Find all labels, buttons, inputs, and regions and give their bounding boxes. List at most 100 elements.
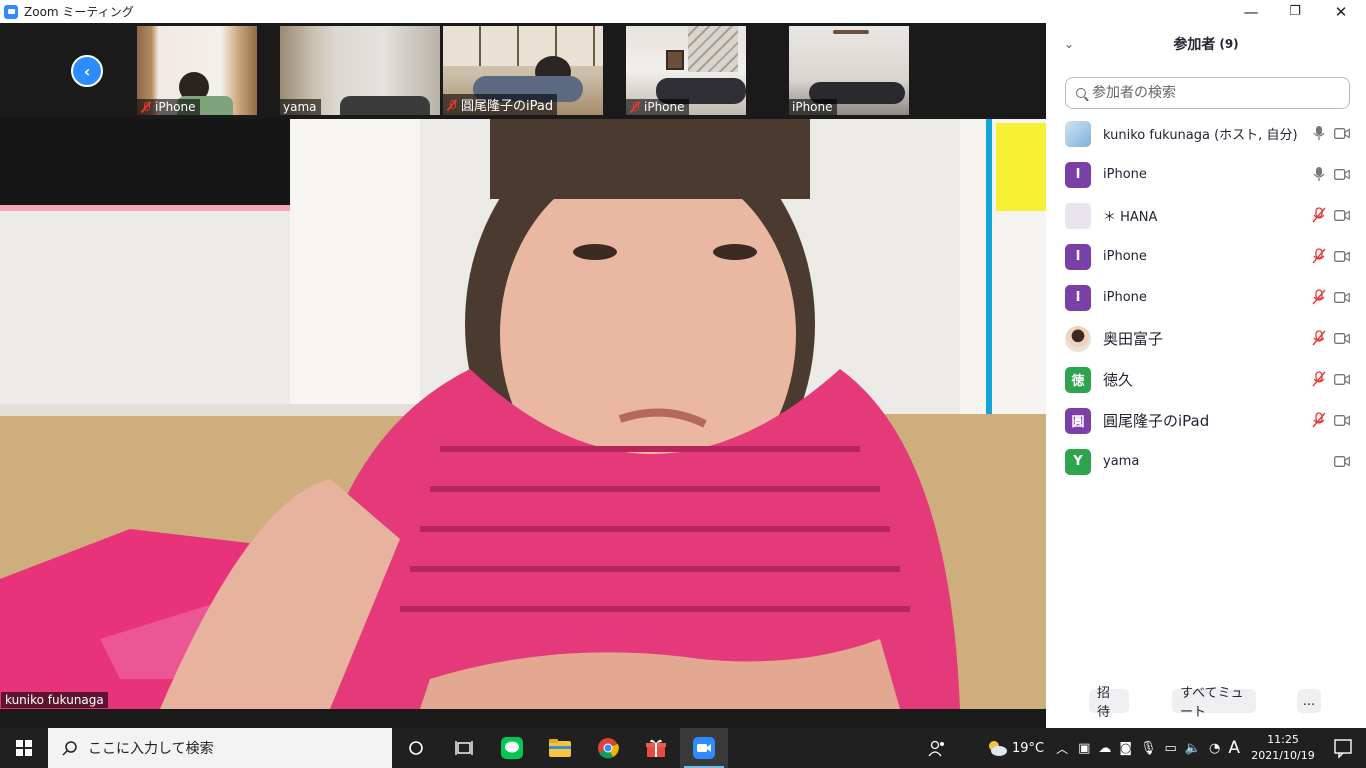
participant-list: kuniko fukunaga (ホスト, 自分) IiPhone ＊ HANA Ii… [1046,113,1366,482]
mic-muted-icon[interactable] [1312,207,1326,223]
previous-page-button[interactable]: ‹ [71,55,103,87]
task-view-button[interactable] [440,728,488,768]
avatar [1065,202,1091,229]
participant-name: iPhone [1103,249,1147,264]
mute-all-button[interactable]: すべてミュート [1172,686,1256,720]
avatar: I [1065,284,1091,311]
wifi-icon[interactable]: ◔ [1209,741,1220,756]
clock[interactable]: 11:25 2021/10/19 [1246,732,1320,764]
participant-search-input[interactable] [1092,85,1332,101]
panel-header: ⌄ 参加者 (9) [1046,23,1366,65]
clock-time: 11:25 [1267,733,1299,746]
video-thumbnail[interactable]: yama [280,26,440,115]
video-camera-icon[interactable] [1334,333,1350,344]
participant-figure [340,96,430,115]
ime-indicator[interactable]: A [1228,738,1240,758]
cortana-icon [409,741,423,755]
participant-count: (9) [1219,37,1239,51]
microphone-icon[interactable] [1312,125,1326,141]
wall-picture [666,50,684,70]
speaker-icon[interactable]: 🔈 [1185,741,1201,756]
participant-row[interactable]: ＊ HANA [1046,195,1366,236]
participant-row[interactable]: IiPhone [1046,154,1366,195]
avatar [1065,325,1091,352]
windows-logo-icon [16,740,32,756]
temperature[interactable]: 19°C [1012,741,1044,756]
participant-name: 圓尾隆子のiPad [1103,412,1210,430]
battery-icon[interactable]: ▭ [1165,741,1177,756]
participant-name: yama [1103,454,1140,469]
staircase [688,26,738,72]
video-camera-icon[interactable] [1334,292,1350,303]
panel-footer: 招待 すべてミュート ... [1046,686,1366,720]
gift-app-button[interactable] [632,728,680,768]
people-icon[interactable] [928,739,946,757]
mic-muted-icon [140,101,152,113]
zoom-app-button[interactable] [680,728,728,768]
onedrive-icon[interactable]: ☁ [1098,741,1111,756]
mic-muted-icon[interactable] [1312,248,1326,264]
video-camera-icon[interactable] [1334,374,1350,385]
close-button[interactable]: ✕ [1318,0,1364,23]
video-camera-icon[interactable] [1334,251,1350,262]
speaker-name-label: kuniko fukunaga [1,692,108,708]
chevron-left-icon: ‹ [83,61,91,81]
video-camera-icon[interactable] [1334,169,1350,180]
video-camera-icon[interactable] [1334,415,1350,426]
video-thumbnail[interactable]: iPhone [137,26,257,115]
mic-muted-icon[interactable] [1312,330,1326,346]
device-icon[interactable]: ▣ [1078,741,1090,756]
thumbnail-name: iPhone [155,100,196,114]
participant-name: ＊ HANA [1103,210,1158,225]
video-thumbnail[interactable]: 圓尾隆子のiPad [443,26,603,115]
participant-row[interactable]: 奥田富子 [1046,318,1366,359]
notification-center-icon[interactable] [1320,728,1366,768]
windows-taskbar: ここに入力して検索 19°C ︿ ▣ ☁ ◙ 🎙 ▭ 🔈 ◔ A 11:25 2… [0,728,1366,768]
weather-cloud-icon[interactable] [986,740,1008,756]
chevron-up-icon[interactable]: ︿ [1056,740,1068,757]
thumbnail-strip: ‹ iPhone yama 圓尾隆子のiPad iPhone iPhone [0,23,1046,119]
thumbnail-name: iPhone [644,100,685,114]
participant-search[interactable] [1065,77,1350,109]
participant-row[interactable]: Yyama [1046,441,1366,482]
active-speaker-video[interactable]: kuniko fukunaga [0,119,1046,709]
collapse-panel-button[interactable]: ⌄ [1064,37,1074,51]
participant-name: 徳久 [1103,371,1134,389]
mic-muted-icon[interactable] [1312,412,1326,428]
zoom-logo-icon [4,4,18,19]
video-camera-icon[interactable] [1334,210,1350,221]
start-button[interactable] [0,728,48,768]
maximize-button[interactable]: ❐ [1272,0,1318,23]
camera-icon[interactable]: ◙ [1119,741,1132,756]
ceiling-fan [833,30,869,34]
participant-row[interactable]: IiPhone [1046,277,1366,318]
video-area: ‹ iPhone yama 圓尾隆子のiPad iPhone iPhone ku… [0,23,1046,728]
avatar [1065,120,1091,147]
taskbar-search-box[interactable]: ここに入力して検索 [48,728,392,768]
video-thumbnail[interactable]: iPhone [626,26,746,115]
avatar: Y [1065,448,1091,475]
participant-row[interactable]: kuniko fukunaga (ホスト, 自分) [1046,113,1366,154]
video-thumbnail[interactable]: iPhone [789,26,909,115]
cortana-button[interactable] [392,728,440,768]
microphone-icon[interactable] [1312,166,1326,182]
thumbnail-name: 圓尾隆子のiPad [461,99,554,114]
file-explorer-button[interactable] [536,728,584,768]
video-camera-icon[interactable] [1334,456,1350,467]
mic-muted-icon[interactable] [1312,371,1326,387]
participant-row[interactable]: IiPhone [1046,236,1366,277]
participant-name: 奥田富子 [1103,330,1164,348]
participant-row[interactable]: 圓圓尾隆子のiPad [1046,400,1366,441]
system-tray: 19°C ︿ ▣ ☁ ◙ 🎙 ▭ 🔈 ◔ A 11:25 2021/10/19 [928,728,1366,768]
mic-muted-icon[interactable] [1312,289,1326,305]
invite-button[interactable]: 招待 [1089,686,1129,720]
line-app-button[interactable] [488,728,536,768]
title-bar: Zoom ミーティング — ❐ ✕ [0,0,1366,23]
video-camera-icon[interactable] [1334,128,1350,139]
microphone-icon[interactable]: 🎙 [1140,741,1157,756]
more-options-button[interactable]: ... [1297,689,1321,713]
participants-panel: ⌄ 参加者 (9) kuniko fukunaga (ホスト, 自分) IiPho… [1046,23,1366,728]
minimize-button[interactable]: — [1228,0,1274,23]
chrome-button[interactable] [584,728,632,768]
participant-row[interactable]: 徳徳久 [1046,359,1366,400]
